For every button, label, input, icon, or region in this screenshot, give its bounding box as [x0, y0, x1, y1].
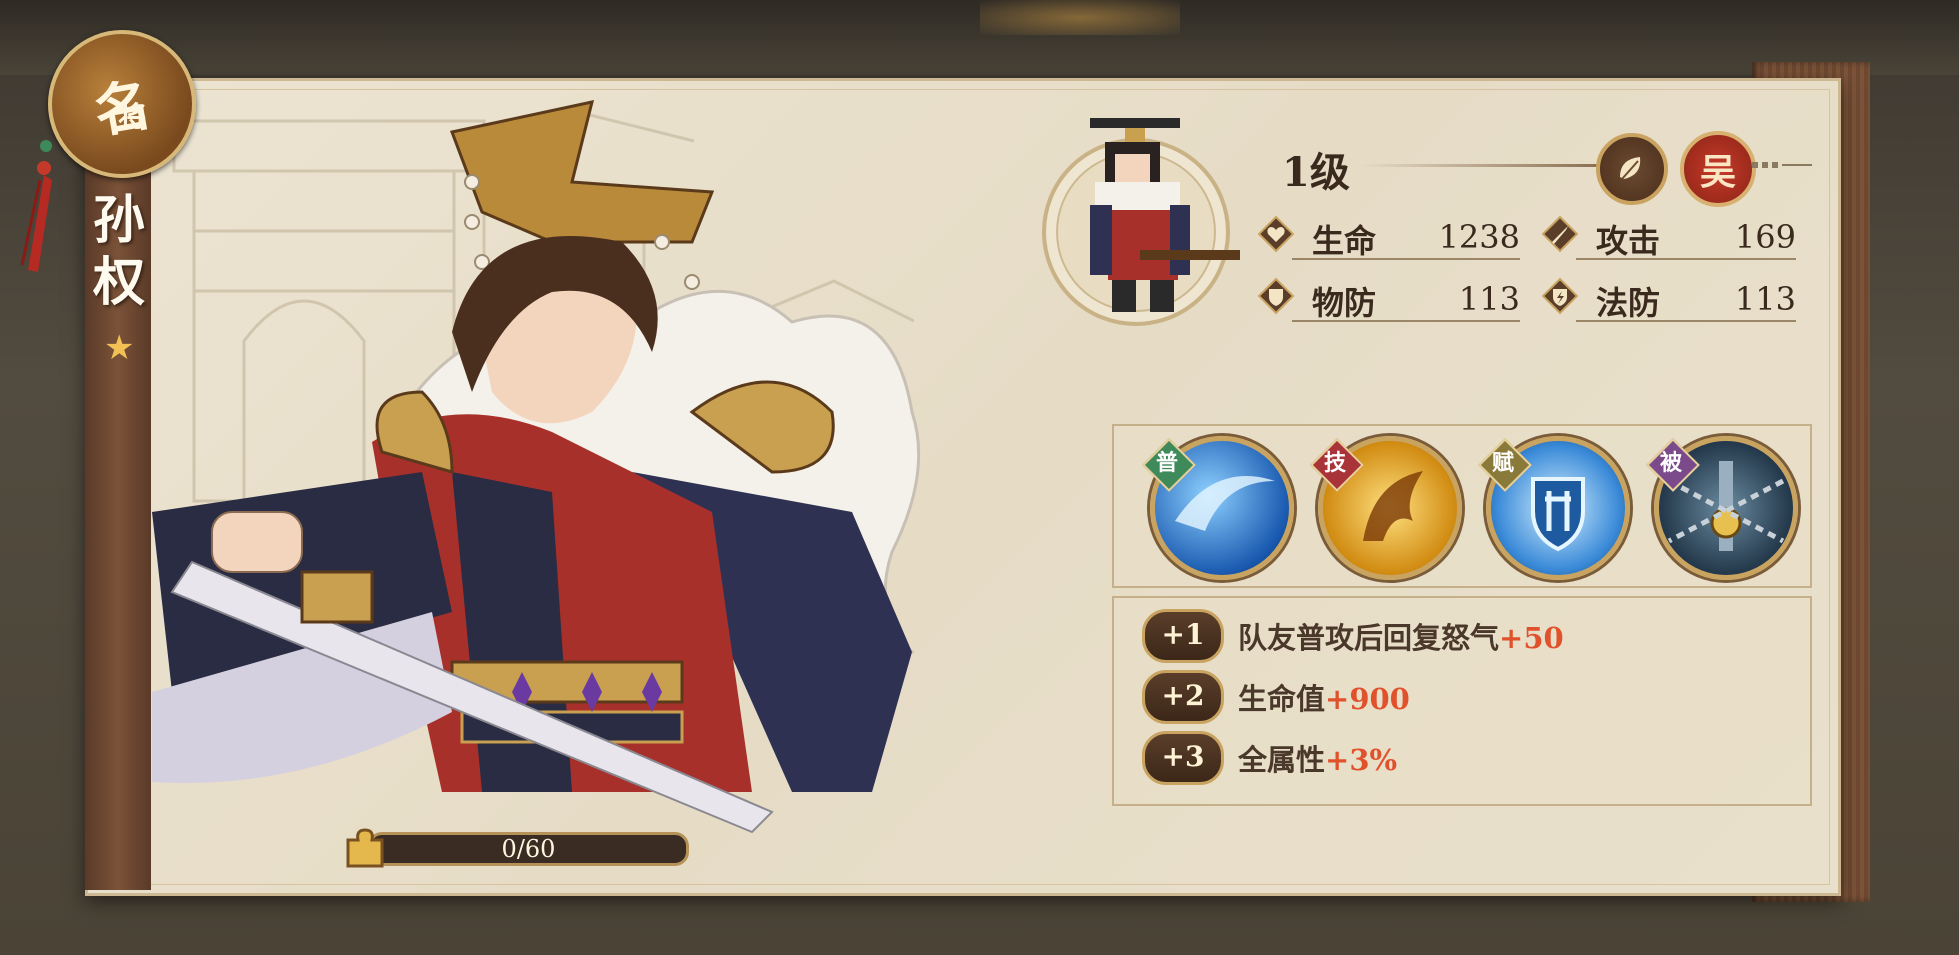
leaf-icon[interactable] [1596, 133, 1668, 205]
skill-tag-active: 技 [1323, 450, 1346, 476]
stat-magic-defense: 法防 113 [1540, 272, 1796, 322]
stat-physical-defense: 物防 113 [1256, 272, 1520, 322]
talent-bonus: +3% [1325, 743, 1398, 777]
stat-value: 113 [1458, 280, 1520, 318]
talent-bonus: +900 [1325, 682, 1410, 716]
stat-divider [1576, 320, 1796, 322]
talent-badge: +1 [1142, 609, 1224, 663]
leaf-glyph [1620, 157, 1641, 180]
talent-description: 全属性 [1238, 743, 1326, 777]
talent-description: 队友普攻后回复怒气 [1238, 621, 1500, 655]
tassel-icon [20, 140, 52, 272]
skill-tag-passive: 被 [1659, 450, 1682, 476]
faction-badge[interactable]: 吴 [1680, 131, 1756, 207]
stat-label: 法防 [1596, 284, 1661, 322]
fragment-progress-bar: 0/60 [368, 832, 689, 866]
magic-shield-icon [1541, 277, 1579, 315]
stat-label: 生命 [1312, 222, 1377, 260]
shield-icon [1257, 277, 1295, 315]
hero-portrait [152, 100, 921, 834]
talent-text: 全属性+3% [1238, 737, 1397, 779]
talent-text: 队友普攻后回复怒气+50 [1238, 615, 1564, 657]
stat-label: 物防 [1312, 284, 1377, 322]
stat-divider [1576, 258, 1796, 260]
talent-text: 生命值+900 [1238, 676, 1410, 718]
puzzle-icon [346, 828, 384, 868]
faction-ornament [1752, 162, 1812, 168]
talent-badge: +2 [1142, 670, 1224, 724]
stat-value: 1238 [1438, 218, 1520, 256]
sword-icon [1541, 215, 1579, 253]
stat-divider [1292, 320, 1520, 322]
skill-tag-normal: 普 [1155, 450, 1178, 476]
fragment-progress-text: 0/60 [501, 835, 556, 863]
hero-name: 孙权 [92, 190, 145, 313]
hero-level: 1级 [1282, 149, 1350, 196]
badge-sub-text: 将 [118, 100, 147, 133]
heart-icon [1257, 215, 1295, 253]
talent-badge: +3 [1142, 731, 1224, 785]
skill-tag-talent: 赋 [1491, 450, 1514, 476]
stat-value: 113 [1734, 280, 1796, 318]
star-icon: ★ [104, 328, 135, 368]
background-glow [980, 0, 1180, 35]
talent-description: 生命值 [1238, 682, 1326, 716]
stat-value: 169 [1734, 218, 1796, 256]
level-divider [1360, 164, 1600, 167]
stat-label: 攻击 [1596, 222, 1661, 260]
stat-attack: 攻击 169 [1540, 210, 1796, 260]
stat-hp: 生命 1238 [1256, 210, 1520, 260]
hero-avatar-sprite[interactable] [1050, 110, 1240, 315]
stat-divider [1292, 258, 1520, 260]
talent-bonus: +50 [1499, 621, 1564, 655]
